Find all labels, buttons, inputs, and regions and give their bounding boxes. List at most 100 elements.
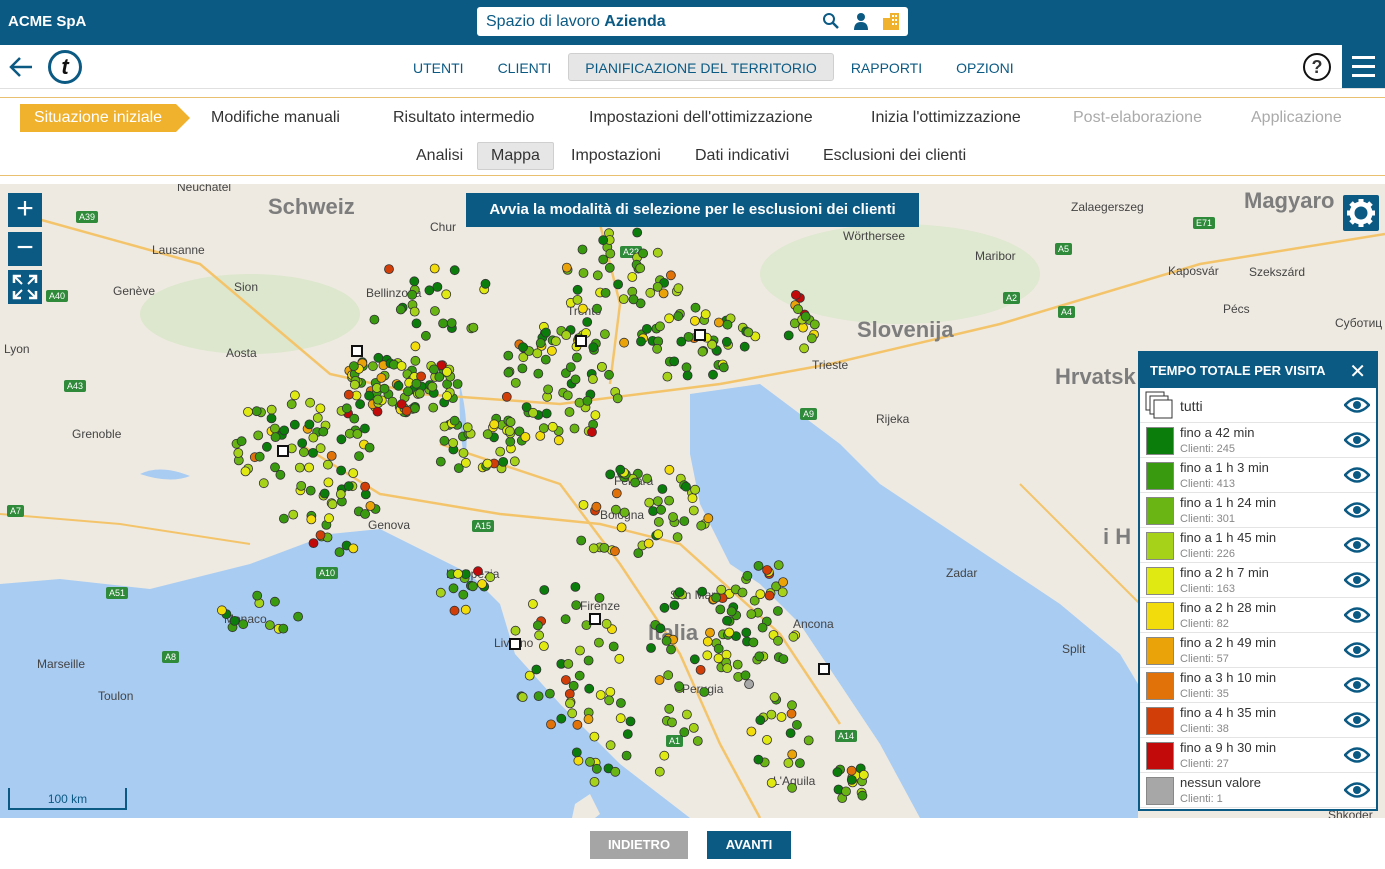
legend-row[interactable]: fino a 42 min Clienti: 245 xyxy=(1140,423,1376,458)
client-marker[interactable] xyxy=(800,311,811,322)
eye-icon[interactable] xyxy=(1344,396,1370,414)
client-marker[interactable] xyxy=(460,604,471,615)
client-marker[interactable] xyxy=(533,368,544,379)
step-inizia-ottimizzazione[interactable]: Inizia l'ottimizzazione xyxy=(871,104,1021,132)
legend-row[interactable]: fino a 2 h 7 min Clienti: 163 xyxy=(1140,563,1376,598)
client-marker[interactable] xyxy=(253,430,264,441)
client-marker[interactable] xyxy=(663,670,674,681)
client-marker[interactable] xyxy=(604,695,614,706)
client-marker[interactable] xyxy=(503,367,514,378)
client-marker[interactable] xyxy=(612,393,623,404)
client-marker[interactable] xyxy=(495,446,506,457)
client-marker[interactable] xyxy=(688,505,699,516)
client-marker[interactable] xyxy=(429,364,439,375)
client-marker[interactable] xyxy=(674,681,684,692)
client-marker[interactable] xyxy=(653,529,664,540)
client-marker[interactable] xyxy=(315,530,326,541)
client-marker[interactable] xyxy=(573,755,584,766)
client-marker[interactable] xyxy=(711,592,721,603)
tab-esclusioni-clienti[interactable]: Esclusioni dei clienti xyxy=(809,142,980,170)
client-marker[interactable] xyxy=(278,513,289,524)
client-marker[interactable] xyxy=(435,587,446,598)
client-marker[interactable] xyxy=(625,716,636,727)
depot-marker[interactable] xyxy=(818,663,830,675)
client-marker[interactable] xyxy=(614,653,625,664)
client-marker[interactable] xyxy=(551,336,561,347)
client-marker[interactable] xyxy=(286,399,297,410)
client-marker[interactable] xyxy=(628,294,639,305)
client-marker[interactable] xyxy=(258,478,269,489)
client-marker[interactable] xyxy=(605,469,616,480)
client-marker[interactable] xyxy=(591,763,602,774)
client-marker[interactable] xyxy=(420,330,431,341)
client-marker[interactable] xyxy=(482,429,493,440)
nav-item-clienti[interactable]: CLIENTI xyxy=(481,53,569,81)
client-marker[interactable] xyxy=(574,397,585,408)
client-marker[interactable] xyxy=(343,481,354,492)
client-marker[interactable] xyxy=(434,372,445,382)
client-marker[interactable] xyxy=(547,421,558,432)
client-marker[interactable] xyxy=(532,348,543,359)
client-marker[interactable] xyxy=(697,586,708,597)
client-marker[interactable] xyxy=(485,572,496,583)
client-marker[interactable] xyxy=(510,625,521,636)
eye-icon[interactable] xyxy=(1344,781,1370,799)
tab-analisi[interactable]: Analisi xyxy=(402,142,477,170)
client-marker[interactable] xyxy=(438,318,449,329)
client-marker[interactable] xyxy=(570,581,581,592)
client-marker[interactable] xyxy=(778,654,789,665)
client-marker[interactable] xyxy=(598,235,609,246)
eye-icon[interactable] xyxy=(1344,431,1370,449)
client-marker[interactable] xyxy=(846,765,857,776)
client-marker[interactable] xyxy=(713,643,724,654)
client-marker[interactable] xyxy=(664,464,675,475)
client-marker[interactable] xyxy=(766,778,777,788)
client-marker[interactable] xyxy=(766,709,777,720)
client-marker[interactable] xyxy=(703,513,714,524)
client-marker[interactable] xyxy=(636,336,646,347)
client-marker[interactable] xyxy=(622,729,633,739)
legend-row[interactable]: fino a 2 h 28 min Clienti: 82 xyxy=(1140,598,1376,633)
client-marker[interactable] xyxy=(395,304,406,315)
client-marker[interactable] xyxy=(572,284,583,295)
back-arrow-icon[interactable] xyxy=(8,56,34,78)
client-marker[interactable] xyxy=(326,450,337,461)
client-marker[interactable] xyxy=(653,496,663,507)
client-marker[interactable] xyxy=(652,247,663,258)
client-marker[interactable] xyxy=(809,319,820,330)
client-marker[interactable] xyxy=(699,687,710,697)
client-marker[interactable] xyxy=(535,338,546,349)
client-marker[interactable] xyxy=(690,484,700,495)
exclusion-mode-button[interactable]: Avvia la modalità di selezione per le es… xyxy=(466,193,919,227)
client-marker[interactable] xyxy=(674,587,685,598)
client-marker[interactable] xyxy=(776,712,787,722)
client-marker[interactable] xyxy=(785,728,796,738)
client-marker[interactable] xyxy=(504,426,515,437)
client-marker[interactable] xyxy=(585,757,595,767)
client-marker[interactable] xyxy=(783,330,794,341)
client-marker[interactable] xyxy=(645,287,656,298)
client-marker[interactable] xyxy=(403,386,413,397)
eye-icon[interactable] xyxy=(1344,606,1370,624)
client-marker[interactable] xyxy=(726,606,737,617)
nav-item-opzioni[interactable]: OPZIONI xyxy=(939,53,1031,81)
client-marker[interactable] xyxy=(739,341,750,352)
client-marker[interactable] xyxy=(587,427,597,438)
client-marker[interactable] xyxy=(644,497,655,508)
client-marker[interactable] xyxy=(379,383,390,394)
client-marker[interactable] xyxy=(401,405,412,416)
client-marker[interactable] xyxy=(588,374,598,385)
client-marker[interactable] xyxy=(410,355,421,366)
client-marker[interactable] xyxy=(562,390,573,401)
client-marker[interactable] xyxy=(569,423,580,434)
client-marker[interactable] xyxy=(589,731,600,742)
client-marker[interactable] xyxy=(568,680,579,691)
client-marker[interactable] xyxy=(792,720,802,730)
client-marker[interactable] xyxy=(373,352,384,363)
client-marker[interactable] xyxy=(460,457,471,468)
client-marker[interactable] xyxy=(777,587,788,598)
client-marker[interactable] xyxy=(572,352,582,363)
client-marker[interactable] xyxy=(722,319,733,330)
legend-row[interactable]: fino a 1 h 3 min Clienti: 413 xyxy=(1140,458,1376,493)
client-marker[interactable] xyxy=(687,493,698,504)
